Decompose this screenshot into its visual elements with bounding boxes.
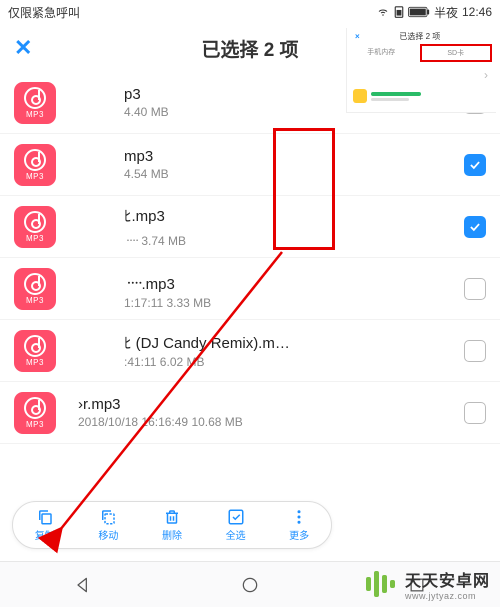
inset-line-1 xyxy=(371,92,421,96)
file-text: ﾋ (DJ Candy Remix).m… :41:11 6.02 MB xyxy=(124,332,452,369)
wifi-icon xyxy=(376,6,390,18)
inset-tabs: 手机内存 SD卡 xyxy=(347,45,496,61)
sim-icon xyxy=(394,6,404,18)
mp3-file-icon: MP3 xyxy=(14,268,56,310)
status-bar: 仅限紧急呼叫 半夜 12:46 xyxy=(0,0,500,24)
file-name: mp3 xyxy=(124,148,452,165)
chevron-right-icon: › xyxy=(484,68,488,82)
tutorial-inset: × 已选择 2 项 手机内存 SD卡 › xyxy=(346,28,496,113)
delete-button[interactable]: 删除 xyxy=(147,508,197,542)
file-row[interactable]: MP3 ﾋ.mp3᠁ 3.74 MB xyxy=(0,196,500,258)
close-icon[interactable]: ✕ xyxy=(14,35,32,61)
clock-time: 12:46 xyxy=(462,5,492,19)
file-text: ﾋ.mp3᠁ 3.74 MB xyxy=(124,205,452,249)
move-label: 移动 xyxy=(98,527,118,542)
file-row[interactable]: MP3 ᠁.mp3 1:17:11 3.33 MB xyxy=(0,258,500,320)
file-checkbox[interactable] xyxy=(464,402,486,424)
file-name: ﾋ (DJ Candy Remix).m… xyxy=(124,332,452,353)
copy-label: 复制 xyxy=(35,527,55,542)
select-all-label: 全选 xyxy=(226,527,246,542)
file-meta: ᠁ 3.74 MB xyxy=(124,228,452,249)
inset-tab-sdcard: SD卡 xyxy=(422,46,491,60)
status-right: 半夜 12:46 xyxy=(376,4,492,21)
file-meta: 1:17:11 3.33 MB xyxy=(124,296,452,310)
file-text: mp3 4.54 MB xyxy=(124,148,452,181)
file-checkbox[interactable] xyxy=(464,340,486,362)
clock-label: 半夜 xyxy=(434,4,458,21)
copy-button[interactable]: 复制 xyxy=(20,508,70,542)
copy-icon xyxy=(36,508,54,526)
file-name: ᠁.mp3 xyxy=(124,268,452,294)
brand-watermark: 天天安卓网 www.jytyaz.com xyxy=(363,567,490,601)
mp3-file-icon: MP3 xyxy=(14,392,56,434)
carrier-text: 仅限紧急呼叫 xyxy=(8,4,80,21)
file-meta: 4.54 MB xyxy=(124,167,452,181)
file-text: ᠁.mp3 1:17:11 3.33 MB xyxy=(124,268,452,310)
mp3-file-icon: MP3 xyxy=(14,144,56,186)
file-text: ›r.mp3 2018/10/18 16:16:49 10.68 MB xyxy=(78,396,452,429)
file-row[interactable]: MP3 ›r.mp3 2018/10/18 16:16:49 10.68 MB xyxy=(0,382,500,444)
page-title: 已选择 2 项 xyxy=(201,35,298,62)
file-row[interactable]: MP3 ﾋ (DJ Candy Remix).m… :41:11 6.02 MB xyxy=(0,320,500,382)
mp3-file-icon: MP3 xyxy=(14,206,56,248)
more-icon xyxy=(290,508,308,526)
nav-back-icon[interactable] xyxy=(73,575,93,595)
inset-close-icon: × xyxy=(355,32,360,41)
file-checkbox[interactable] xyxy=(464,216,486,238)
brand-icon xyxy=(363,567,397,601)
inset-line-2 xyxy=(371,98,409,101)
file-name: ›r.mp3 xyxy=(78,396,452,413)
delete-label: 删除 xyxy=(162,527,182,542)
mp3-file-icon: MP3 xyxy=(14,82,56,124)
move-button[interactable]: 移动 xyxy=(83,508,133,542)
inset-folder-icon xyxy=(353,89,367,103)
more-button[interactable]: 更多 xyxy=(274,508,324,542)
brand-text: 天天安卓网 www.jytyaz.com xyxy=(405,567,490,601)
file-list: MP3p34.40 MBMP3mp34.54 MBMP3ﾋ.mp3᠁ 3.74 … xyxy=(0,72,500,444)
inset-title: 已选择 2 项 xyxy=(399,31,440,42)
file-row[interactable]: MP3 mp3 4.54 MB xyxy=(0,134,500,196)
battery-icon xyxy=(408,6,430,18)
action-bar: 复制 移动 删除 全选 更多 xyxy=(12,501,332,549)
move-icon xyxy=(99,508,117,526)
file-meta: 2018/10/18 16:16:49 10.68 MB xyxy=(78,415,452,429)
select-all-icon xyxy=(227,508,245,526)
more-label: 更多 xyxy=(289,527,309,542)
brand-url: www.jytyaz.com xyxy=(405,591,490,601)
file-meta: :41:11 6.02 MB xyxy=(124,355,452,369)
mp3-file-icon: MP3 xyxy=(14,330,56,372)
status-left: 仅限紧急呼叫 xyxy=(8,4,80,21)
file-checkbox[interactable] xyxy=(464,154,486,176)
brand-name: 天天安卓网 xyxy=(405,567,490,591)
file-checkbox[interactable] xyxy=(464,278,486,300)
select-all-button[interactable]: 全选 xyxy=(211,508,261,542)
trash-icon xyxy=(163,508,181,526)
inset-tab-phone: 手机内存 xyxy=(347,45,416,61)
nav-home-icon[interactable] xyxy=(240,575,260,595)
file-name: ﾋ.mp3 xyxy=(124,205,452,226)
